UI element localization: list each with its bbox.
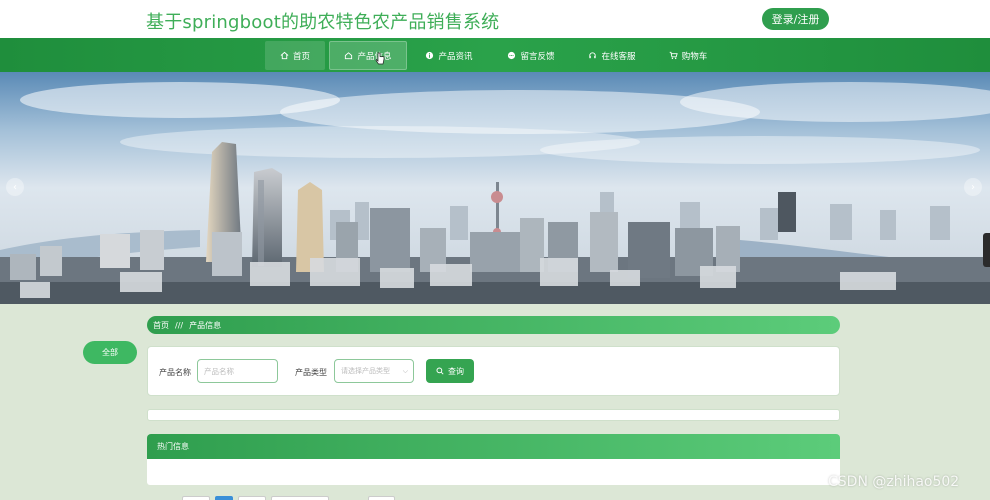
search-icon: [436, 367, 444, 375]
chevron-down-icon: ⌵: [402, 366, 408, 375]
nav-item-label: 首页: [292, 51, 310, 62]
nav-item-home[interactable]: 首页: [265, 41, 325, 70]
login-register-button[interactable]: 登录/注册: [762, 8, 829, 30]
query-button[interactable]: 查询: [426, 359, 474, 383]
nav-item-cart[interactable]: 购物车: [662, 41, 714, 70]
chevron-right-icon: ›: [971, 181, 975, 193]
nav-item-label: 购物车: [681, 51, 708, 62]
category-all-button[interactable]: 全部: [83, 341, 137, 364]
nav-item-service[interactable]: 在线客服: [581, 41, 643, 70]
main-nav: 首页 产品信息 产品资讯 留言反馈 在线客服 购物车: [0, 38, 990, 72]
nav-item-products[interactable]: 产品信息: [329, 41, 407, 70]
site-title: 基于springboot的助农特色农产品销售系统: [146, 12, 500, 33]
product-name-input[interactable]: 产品名称: [197, 359, 278, 383]
message-icon: [508, 51, 516, 60]
product-name-label: 产品名称: [159, 368, 191, 377]
product-name-placeholder: 产品名称: [204, 366, 234, 376]
breadcrumb-separator: ///: [175, 320, 184, 330]
nav-item-label: 产品资讯: [438, 51, 473, 62]
cart-icon: [669, 51, 678, 60]
hero-banner: ‹ ›: [0, 72, 990, 304]
carousel-next-button[interactable]: ›: [964, 178, 982, 196]
side-drawer-handle[interactable]: [983, 233, 990, 267]
hot-info-title: 热门信息: [157, 442, 189, 451]
city-skyline-image: [0, 72, 990, 304]
house-icon: [345, 52, 353, 60]
nav-item-label: 留言反馈: [520, 51, 555, 62]
site-header: 基于springboot的助农特色农产品销售系统 登录/注册: [0, 0, 990, 38]
home-icon: [280, 51, 289, 60]
nav-item-feedback[interactable]: 留言反馈: [500, 41, 562, 70]
query-button-label: 查询: [448, 366, 464, 376]
mouse-cursor-icon: [375, 52, 385, 65]
headset-icon: [589, 52, 597, 59]
product-type-select[interactable]: 请选择产品类型 ⌵: [334, 359, 414, 383]
hot-info-body: [147, 459, 840, 485]
breadcrumb: 首页 /// 产品信息: [147, 316, 840, 334]
nav-item-label: 在线客服: [601, 51, 636, 62]
product-type-placeholder: 请选择产品类型: [341, 367, 390, 375]
breadcrumb-current: 产品信息: [189, 320, 222, 330]
pager-prev-button[interactable]: [182, 496, 210, 500]
breadcrumb-home-link[interactable]: 首页: [153, 320, 169, 331]
info-icon: [426, 51, 434, 60]
watermark-text: CSDN @zhihao502: [828, 474, 960, 490]
pager-next-button[interactable]: [238, 496, 266, 500]
nav-item-news[interactable]: 产品资讯: [418, 41, 480, 70]
pager-page-active[interactable]: [215, 496, 233, 500]
product-list-panel: [147, 409, 840, 421]
chevron-left-icon: ‹: [13, 181, 17, 193]
pager-jump-input[interactable]: [368, 496, 395, 500]
product-type-label: 产品类型: [295, 368, 327, 377]
pager-size-select[interactable]: [271, 496, 329, 500]
carousel-prev-button[interactable]: ‹: [6, 178, 24, 196]
hot-info-header: 热门信息: [147, 434, 840, 459]
